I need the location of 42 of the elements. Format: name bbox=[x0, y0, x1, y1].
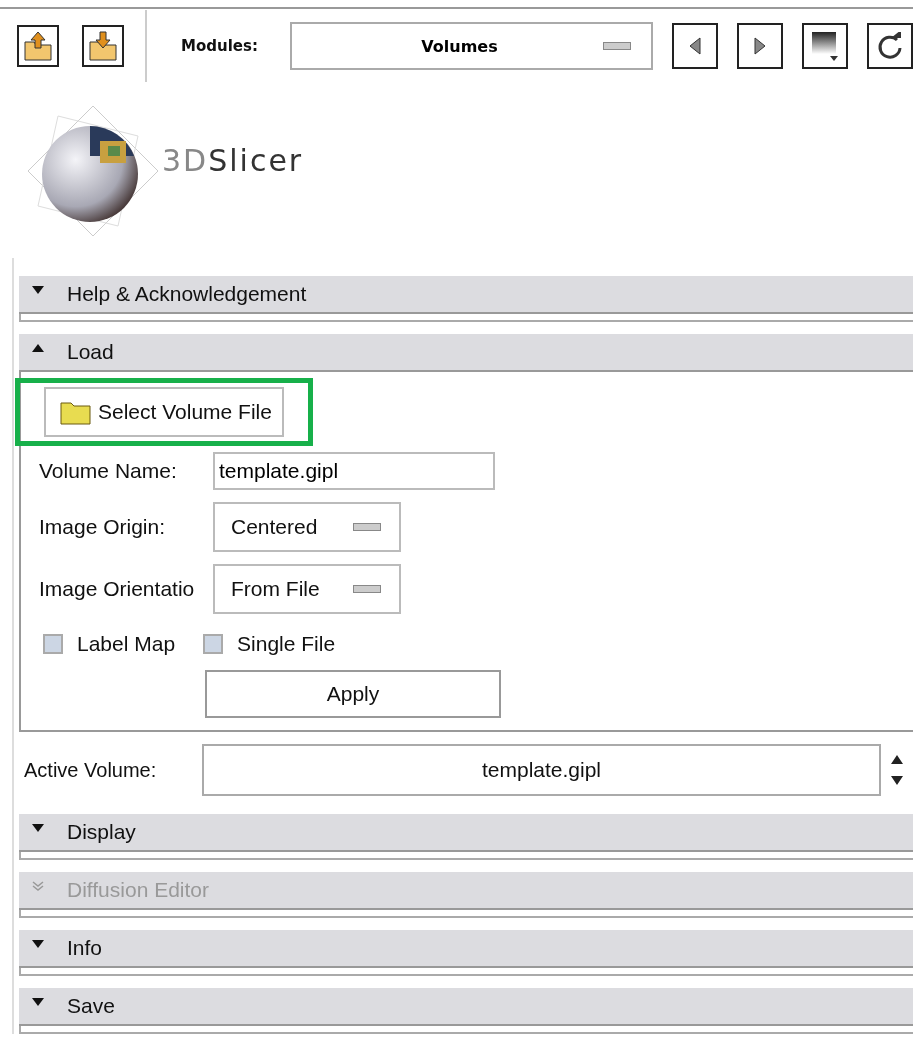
refresh-icon bbox=[877, 32, 903, 60]
toolbar-button[interactable] bbox=[737, 23, 783, 69]
image-orientation-dropdown[interactable]: From File bbox=[213, 564, 401, 614]
gradient-dropdown-icon bbox=[810, 30, 840, 62]
toolbar-button[interactable] bbox=[82, 25, 124, 67]
checkbox-label: Single File bbox=[237, 632, 336, 656]
section-header[interactable]: Display bbox=[19, 814, 913, 852]
section-header[interactable]: Load bbox=[19, 334, 913, 372]
apply-button[interactable]: Apply bbox=[205, 670, 501, 718]
down-triangle-icon bbox=[31, 997, 45, 1007]
toolbar-button[interactable] bbox=[672, 23, 718, 69]
down-triangle-icon bbox=[31, 939, 45, 949]
volume-name-label: Volume Name: bbox=[39, 459, 178, 483]
right-triangle-icon bbox=[754, 37, 766, 55]
section-header[interactable]: Save bbox=[19, 988, 913, 1026]
image-origin-dropdown[interactable]: Centered bbox=[213, 502, 401, 552]
up-triangle-icon bbox=[31, 343, 45, 353]
toolbar-button[interactable] bbox=[17, 25, 59, 67]
active-volume-label: Active Volume: bbox=[24, 758, 158, 782]
folder-icon bbox=[60, 399, 92, 425]
toolbar-button[interactable] bbox=[802, 23, 848, 69]
double-chevron-icon bbox=[31, 881, 45, 891]
logo-text: 3DSlicer bbox=[162, 143, 304, 178]
dropdown-indicator-icon bbox=[603, 42, 631, 50]
toolbar-button[interactable] bbox=[867, 23, 913, 69]
checkbox[interactable] bbox=[203, 634, 224, 654]
checkbox-label: Label Map bbox=[77, 632, 176, 656]
modules-dropdown[interactable]: Volumes bbox=[290, 22, 653, 70]
folder-up-arrow-icon bbox=[22, 30, 54, 62]
down-triangle-icon bbox=[31, 823, 45, 833]
active-volume-selector[interactable]: template.gipl bbox=[202, 744, 881, 796]
section-header[interactable]: Info bbox=[19, 930, 913, 968]
volume-name-field[interactable]: template.gipl bbox=[213, 452, 495, 490]
checkbox[interactable] bbox=[43, 634, 63, 654]
modules-label: Modules: bbox=[181, 37, 259, 55]
select-volume-file-button[interactable]: Select Volume File bbox=[44, 387, 284, 437]
folder-down-arrow-icon bbox=[87, 30, 119, 62]
down-triangle-icon bbox=[31, 285, 45, 295]
section-header[interactable]: Help & Acknowledgement bbox=[19, 276, 913, 314]
image-orientation-label: Image Orientatio bbox=[39, 577, 196, 601]
image-origin-label: Image Origin: bbox=[39, 515, 167, 539]
left-triangle-icon bbox=[689, 37, 701, 55]
